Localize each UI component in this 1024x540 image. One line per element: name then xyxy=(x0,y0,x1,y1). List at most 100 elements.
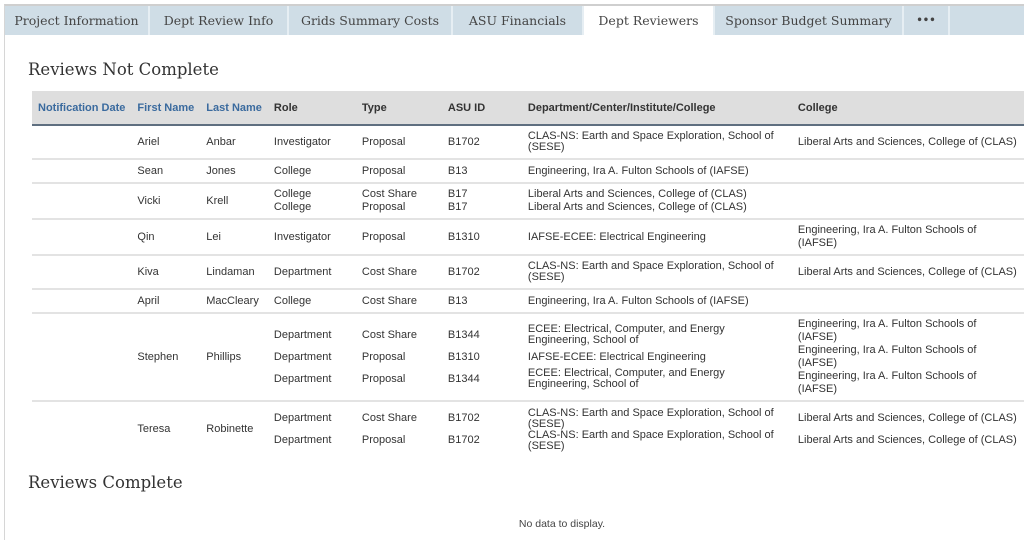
college-value: Engineering, Ira A. Fulton Schools of (I… xyxy=(797,224,977,249)
asu-id-value: B1310 xyxy=(447,230,480,243)
cell-first-name: Qin xyxy=(131,219,201,256)
cell-department: Liberal Arts and Sciences, College of (C… xyxy=(521,183,792,220)
type-list: Proposal xyxy=(362,165,436,178)
cell-college: Liberal Arts and Sciences, College of (C… xyxy=(791,255,1024,290)
reviews-not-complete-title: Reviews Not Complete xyxy=(28,60,219,79)
cell-role: Investigator xyxy=(267,125,356,160)
cell-notification-date xyxy=(32,183,132,220)
role-value: Department xyxy=(273,350,332,363)
asu-id-value: B1344 xyxy=(447,372,480,385)
cell-department: Engineering, Ira A. Fulton Schools of (I… xyxy=(521,159,792,184)
table-row[interactable]: Qin Lei Investigator Proposal B1310 IAFSE-ECE… xyxy=(32,219,1024,256)
department-value: CLAS-NS: Earth and Space Exploration, Sc… xyxy=(527,260,774,283)
asu-id-list: B17 B17 xyxy=(448,188,516,214)
department-value: Liberal Arts and Sciences, College of (C… xyxy=(527,188,747,200)
tab-more[interactable]: ••• xyxy=(904,6,950,35)
cell-college: Liberal Arts and Sciences, College of (C… xyxy=(791,125,1024,160)
role-value: Investigator xyxy=(273,230,331,243)
cell-notification-date xyxy=(32,159,132,184)
asu-id-list: B13 xyxy=(448,295,516,308)
table-row[interactable]: Kiva Lindaman Department Cost Share B1702 CLA… xyxy=(32,255,1024,290)
cell-asu-id: B1702 B1702 xyxy=(442,401,522,457)
cell-last-name: Robinette xyxy=(206,423,254,435)
table-row[interactable]: Vicki Krell College College Cost Share Propos… xyxy=(32,183,1024,220)
cell-first-name: April xyxy=(131,289,201,314)
column-header-department: Department/Center/Institute/College xyxy=(521,91,792,126)
asu-id-value: B1702 xyxy=(447,434,480,446)
table-row[interactable]: Ariel Anbar Investigator Proposal B1702 CLAS-… xyxy=(32,125,1024,160)
cell-type: Cost Share Proposal Proposal xyxy=(355,313,442,402)
cell-type: Proposal xyxy=(355,159,442,184)
tab-dept-review-info[interactable]: Dept Review Info xyxy=(150,6,289,35)
role-list: College xyxy=(274,295,350,308)
tab-asu-financials[interactable]: ASU Financials xyxy=(453,6,584,35)
department-value: Liberal Arts and Sciences, College of (C… xyxy=(527,201,747,213)
column-header-notification-date[interactable]: Notification Date xyxy=(32,91,132,126)
type-value: Proposal xyxy=(361,350,406,363)
table-row[interactable]: April MacCleary College Cost Share B13 Engine… xyxy=(32,289,1024,314)
cell-last-name: Lindaman xyxy=(200,255,268,290)
cell-notification-date xyxy=(32,219,132,256)
table-body: Ariel Anbar Investigator Proposal B1702 CLAS-… xyxy=(32,125,1024,457)
column-header-last-name[interactable]: Last Name xyxy=(200,91,268,126)
table-row[interactable]: Teresa Robinette Department Department Cost … xyxy=(32,401,1024,457)
type-value: Cost Share xyxy=(361,294,417,307)
asu-id-list: B1702 B1702 xyxy=(448,408,516,452)
column-header-first-name[interactable]: First Name xyxy=(131,91,201,126)
role-list: Investigator xyxy=(274,231,350,244)
department-value: IAFSE-ECEE: Electrical Engineering xyxy=(527,350,706,363)
cell-college: Engineering, Ira A. Fulton Schools of (I… xyxy=(791,219,1024,256)
cell-notification-date xyxy=(32,313,132,402)
department-list: IAFSE-ECEE: Electrical Engineering xyxy=(528,231,786,244)
role-list: College College xyxy=(274,188,350,214)
type-value: Proposal xyxy=(361,434,406,446)
table-row[interactable]: Stephen Phillips Department Department Depar… xyxy=(32,313,1024,402)
cell-last-name: Jones xyxy=(200,159,268,184)
cell-notification-date xyxy=(32,125,132,160)
asu-id-list: B13 xyxy=(448,165,516,178)
type-value: Cost Share xyxy=(361,412,417,424)
cell-last-name: Anbar xyxy=(200,125,268,160)
cell-last-name: Krell xyxy=(200,183,268,220)
cell-asu-id: B1310 xyxy=(441,219,522,256)
type-list: Proposal xyxy=(362,136,436,149)
department-value: ECEE: Electrical, Computer, and Energy E… xyxy=(527,367,725,390)
role-value: Department xyxy=(273,265,332,278)
cell-type: Cost Share xyxy=(355,289,442,314)
role-list: Department Department Department xyxy=(274,324,350,390)
tab-bar: Project Information Dept Review Info Gri… xyxy=(5,6,1024,35)
cell-asu-id: B13 xyxy=(441,159,522,184)
type-list: Proposal xyxy=(362,231,436,244)
asu-id-list: B1344 B1310 B1344 xyxy=(448,324,516,390)
role-list: Department xyxy=(274,266,350,279)
department-list: CLAS-NS: Earth and Space Exploration, Sc… xyxy=(528,261,786,283)
tab-sponsor-budget-summary[interactable]: Sponsor Budget Summary xyxy=(715,6,904,35)
asu-id-list: B1310 xyxy=(448,231,516,244)
asu-id-value: B13 xyxy=(447,294,468,307)
column-header-type: Type xyxy=(355,91,442,126)
cell-role: College College xyxy=(267,183,356,220)
cell-last-name: Lei xyxy=(200,219,268,256)
tab-project-information[interactable]: Project Information xyxy=(5,6,150,35)
role-value: College xyxy=(273,164,312,177)
tab-dept-reviewers[interactable]: Dept Reviewers xyxy=(584,6,715,35)
department-list: CLAS-NS: Earth and Space Exploration, Sc… xyxy=(527,406,786,452)
cell-asu-id: B1344 B1310 B1344 xyxy=(441,313,522,402)
tab-grids-summary-costs[interactable]: Grids Summary Costs xyxy=(289,6,453,35)
cell-asu-id: B1702 xyxy=(441,125,522,160)
cell-notification-date xyxy=(32,255,132,290)
college-value: Liberal Arts and Sciences, College of (C… xyxy=(797,265,1017,278)
role-list: Department Department xyxy=(274,408,350,452)
role-value: Department xyxy=(273,412,332,424)
department-value: CLAS-NS: Earth and Space Exploration, Sc… xyxy=(527,406,774,430)
department-value: IAFSE-ECEE: Electrical Engineering xyxy=(527,230,706,243)
table-row[interactable]: Sean Jones College Proposal B13 Engineering, … xyxy=(32,159,1024,184)
asu-id-list: B1702 xyxy=(448,266,516,279)
cell-type: Cost Share Proposal xyxy=(356,401,442,457)
type-list: Cost Share xyxy=(362,295,436,308)
role-value: Investigator xyxy=(273,135,331,148)
cell-department: Engineering, Ira A. Fulton Schools of (I… xyxy=(521,289,792,314)
cell-department: CLAS-NS: Earth and Space Exploration, Sc… xyxy=(521,125,792,160)
cell-asu-id: B1702 xyxy=(441,255,522,290)
role-list: Investigator xyxy=(274,136,350,149)
